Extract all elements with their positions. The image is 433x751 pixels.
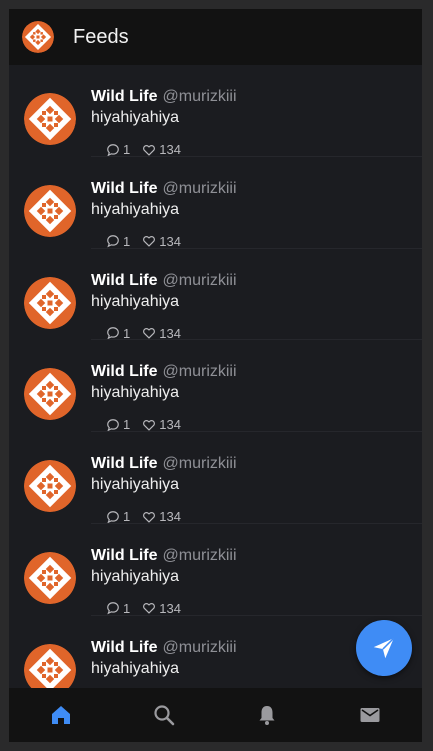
avatar[interactable] (24, 460, 76, 513)
post-actions: 1 134 (106, 142, 181, 157)
reply-count: 1 (123, 325, 131, 341)
like-button[interactable]: 134 (142, 509, 181, 524)
post-actions: 1 134 (106, 417, 181, 432)
avatar[interactable] (24, 93, 76, 145)
author-name[interactable]: Wild Life (91, 547, 158, 564)
author-handle[interactable]: @murizkiii (163, 272, 237, 289)
post-header: Wild Life @murizkiii (91, 455, 237, 473)
post-actions: 1 134 (106, 601, 181, 616)
feed-list: Wild Life @murizkiii hiyahiyahiya 1 134 W… (9, 65, 422, 688)
bottom-navigation (9, 688, 422, 742)
reply-count: 1 (123, 142, 131, 157)
author-name[interactable]: Wild Life (91, 363, 158, 380)
author-name[interactable]: Wild Life (91, 455, 158, 472)
author-name[interactable]: Wild Life (91, 180, 158, 197)
home-icon (51, 706, 70, 724)
feed-post[interactable]: Wild Life @murizkiii hiyahiyahiya 1 134 (9, 157, 422, 249)
like-count: 134 (159, 233, 181, 249)
like-count: 134 (159, 600, 181, 616)
like-count: 134 (159, 509, 181, 525)
post-text: hiyahiyahiya (91, 384, 180, 402)
search-icon (154, 705, 175, 726)
like-button[interactable]: 134 (142, 234, 181, 249)
post-text: hiyahiyahiya (91, 659, 180, 677)
post-text: hiyahiyahiya (91, 476, 180, 494)
reply-icon (107, 510, 119, 524)
feed-post[interactable]: Wild Life @murizkiii hiyahiyahiya 1 134 (9, 65, 422, 157)
feed-post[interactable]: Wild Life @murizkiii hiyahiyahiya 1 134 (9, 432, 422, 524)
reply-icon (107, 235, 119, 248)
like-count: 134 (159, 142, 181, 157)
compose-button[interactable] (356, 620, 412, 676)
reply-icon (107, 419, 119, 432)
author-name[interactable]: Wild Life (91, 88, 158, 105)
post-actions: 1 134 (106, 326, 181, 341)
page-title: Feeds (73, 25, 129, 48)
avatar[interactable] (24, 276, 76, 329)
like-button[interactable]: 134 (142, 326, 181, 341)
reply-icon (107, 602, 119, 615)
nav-messages[interactable] (345, 695, 395, 735)
heart-icon (143, 236, 156, 247)
heart-icon (143, 419, 156, 431)
reply-icon (107, 143, 119, 156)
reply-button[interactable]: 1 (106, 326, 130, 341)
post-header: Wild Life @murizkiii (91, 180, 237, 198)
like-button[interactable]: 134 (142, 417, 181, 432)
post-header: Wild Life @murizkiii (91, 272, 237, 290)
avatar[interactable] (24, 643, 76, 688)
feed-post[interactable]: Wild Life @murizkiii hiyahiyahiya 1 134 (9, 249, 422, 341)
feed-post[interactable]: Wild Life @murizkiii hiyahiyahiya 1 134 (9, 524, 422, 616)
top-app-bar: Feeds (9, 9, 422, 65)
reply-count: 1 (123, 417, 131, 433)
nav-search[interactable] (139, 695, 189, 735)
post-header: Wild Life @murizkiii (91, 547, 237, 565)
author-handle[interactable]: @murizkiii (163, 455, 237, 472)
post-text: hiyahiyahiya (91, 200, 180, 218)
post-header: Wild Life @murizkiii (91, 88, 237, 106)
reply-button[interactable]: 1 (106, 234, 130, 249)
avatar[interactable] (24, 184, 76, 237)
post-actions: 1 134 (106, 509, 181, 524)
post-text: hiyahiyahiya (91, 109, 180, 126)
heart-icon (143, 144, 156, 156)
app-logo[interactable] (22, 21, 54, 53)
reply-button[interactable]: 1 (106, 142, 130, 157)
heart-icon (143, 511, 156, 523)
post-actions: 1 134 (106, 234, 181, 249)
avatar[interactable] (24, 368, 76, 421)
author-name[interactable]: Wild Life (91, 639, 158, 656)
app-screen: Feeds Wild Life @murizkiii hiyahiyahiya 1… (9, 9, 422, 742)
reply-icon (107, 327, 119, 340)
reply-button[interactable]: 1 (106, 417, 130, 432)
author-name[interactable]: Wild Life (91, 272, 158, 289)
avatar[interactable] (24, 551, 76, 604)
reply-count: 1 (123, 233, 131, 249)
post-header: Wild Life @murizkiii (91, 363, 237, 381)
post-text: hiyahiyahiya (91, 567, 180, 585)
mail-icon (360, 708, 380, 722)
like-count: 134 (159, 417, 181, 433)
bell-icon (259, 706, 275, 725)
like-count: 134 (159, 325, 181, 341)
like-button[interactable]: 134 (142, 142, 181, 157)
send-icon (373, 637, 395, 659)
reply-button[interactable]: 1 (106, 601, 130, 616)
heart-icon (143, 603, 156, 615)
author-handle[interactable]: @murizkiii (163, 88, 237, 105)
reply-button[interactable]: 1 (106, 509, 130, 524)
author-handle[interactable]: @murizkiii (163, 639, 237, 656)
post-text: hiyahiyahiya (91, 292, 180, 310)
author-handle[interactable]: @murizkiii (163, 547, 237, 564)
post-header: Wild Life @murizkiii (91, 639, 237, 657)
reply-count: 1 (123, 509, 131, 525)
nav-home[interactable] (36, 695, 86, 735)
feed-post[interactable]: Wild Life @murizkiii hiyahiyahiya 1 134 (9, 340, 422, 432)
author-handle[interactable]: @murizkiii (163, 180, 237, 197)
heart-icon (143, 328, 156, 339)
nav-notifications[interactable] (242, 695, 292, 735)
author-handle[interactable]: @murizkiii (163, 363, 237, 380)
reply-count: 1 (123, 600, 131, 616)
like-button[interactable]: 134 (142, 601, 181, 616)
